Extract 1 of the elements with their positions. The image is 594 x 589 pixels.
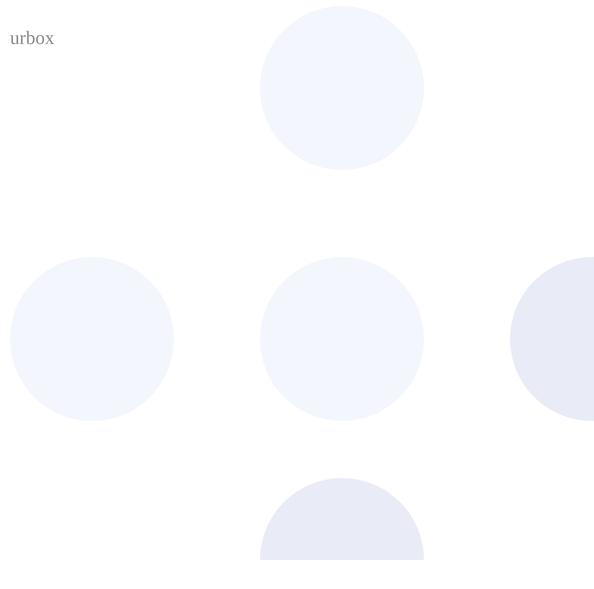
brand-text: urbox xyxy=(10,28,54,50)
